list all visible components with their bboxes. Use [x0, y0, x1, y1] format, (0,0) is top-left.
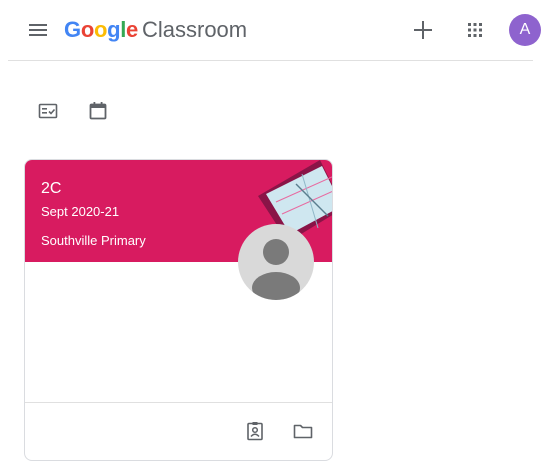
calendar-icon [89, 102, 107, 120]
to-do-checklist-icon [38, 103, 58, 119]
top-app-bar: Google Classroom A [0, 0, 541, 60]
class-name[interactable]: 2C [41, 179, 61, 199]
create-or-join-class-button[interactable] [409, 16, 437, 44]
default-profile-icon [252, 239, 300, 300]
to-do-button[interactable] [36, 99, 60, 123]
main-menu-button[interactable] [26, 18, 50, 42]
assigned-work-icon [247, 422, 263, 441]
plus-icon [414, 21, 432, 39]
card-footer-divider [25, 402, 332, 403]
class-card[interactable]: 2C Sept 2020-21 Southville Primary [24, 159, 333, 461]
class-section: Sept 2020-21 [41, 204, 120, 219]
calendar-button[interactable] [86, 99, 110, 123]
google-wordmark: Google [64, 17, 138, 42]
google-apps-button[interactable] [463, 18, 487, 42]
product-name: Classroom [141, 17, 248, 42]
header-divider [8, 60, 533, 61]
account-initial: A [519, 21, 531, 38]
class-drive-folder-button[interactable] [291, 419, 315, 443]
folder-icon [293, 424, 313, 439]
teacher-avatar [238, 224, 314, 300]
your-work-button[interactable] [243, 419, 267, 443]
app-logo[interactable]: Google Classroom [64, 15, 247, 45]
hamburger-menu-icon [29, 24, 47, 36]
apps-grid-icon [468, 23, 482, 37]
account-avatar-button[interactable]: A [509, 14, 541, 46]
class-school-name: Southville Primary [41, 233, 146, 248]
